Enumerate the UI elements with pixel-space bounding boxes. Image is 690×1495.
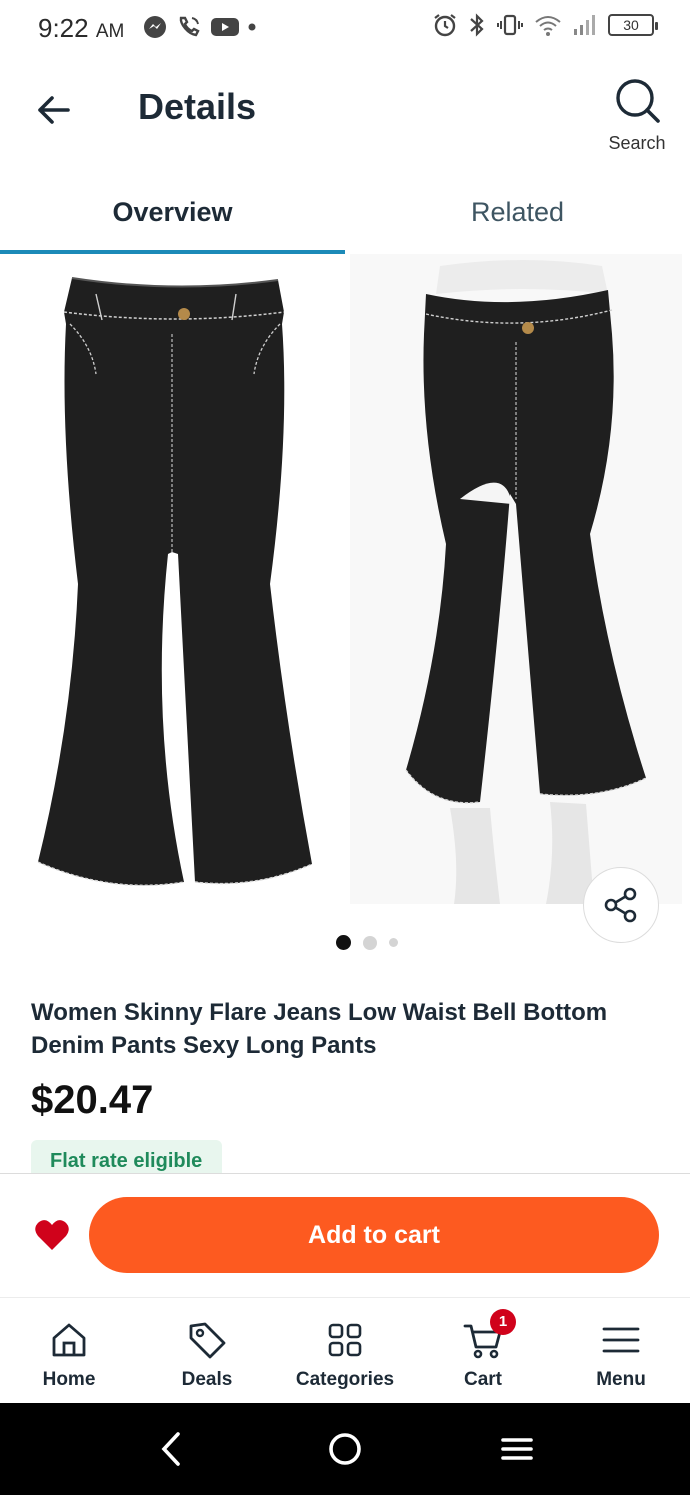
nav-label-home: Home: [42, 1369, 96, 1390]
product-image-model[interactable]: [350, 254, 682, 904]
signal-icon: [574, 15, 595, 35]
search-icon: [616, 79, 660, 123]
nav-item-deals[interactable]: Deals: [138, 1298, 276, 1404]
nav-label-deals: Deals: [181, 1369, 233, 1390]
favorite-button[interactable]: [34, 1218, 70, 1252]
search-label: Search: [608, 133, 666, 153]
notification-icons: [142, 14, 256, 40]
jeans-model-image: [350, 254, 682, 904]
status-time-value: 9:22: [38, 13, 89, 43]
vibrate-icon: [497, 14, 523, 36]
back-button[interactable]: [30, 86, 78, 134]
wifi-icon: [535, 16, 561, 36]
tag-icon: [189, 1322, 226, 1359]
detail-tabs: Overview Related: [0, 170, 690, 254]
cart-count-badge: 1: [490, 1309, 516, 1335]
system-status-icons: 30: [432, 12, 658, 38]
share-icon: [604, 887, 637, 923]
share-button[interactable]: [583, 867, 659, 943]
menu-icon: [602, 1327, 640, 1353]
wifi-call-icon: [179, 16, 200, 37]
flat-rate-badge-wrap: Flat rate eligible: [31, 1140, 237, 1173]
battery-icon: 30: [608, 14, 658, 36]
bluetooth-icon: [470, 13, 484, 37]
more-notifications-icon: [248, 23, 256, 31]
nav-label-menu: Menu: [596, 1369, 646, 1390]
carousel-dot-active[interactable]: [336, 935, 351, 950]
nav-item-categories[interactable]: Categories: [276, 1298, 414, 1404]
alarm-icon: [434, 14, 456, 37]
nav-item-cart[interactable]: 1 Cart: [414, 1298, 552, 1404]
search-button[interactable]: Search: [606, 76, 668, 153]
status-time: 9:22 AM: [38, 13, 124, 44]
youtube-icon: [211, 18, 239, 36]
product-image-carousel[interactable]: [0, 254, 690, 914]
product-price: $20.47: [31, 1078, 154, 1122]
system-recents-icon: [501, 1438, 533, 1460]
messenger-icon: [144, 16, 166, 38]
jeans-image: [37, 277, 313, 886]
nav-item-menu[interactable]: Menu: [552, 1298, 690, 1404]
nav-label-cart: Cart: [463, 1369, 502, 1390]
bottom-navigation: Home Deals Categories 1 Cart Menu: [0, 1297, 690, 1403]
purchase-action-bar: Add to cart: [0, 1173, 690, 1297]
add-to-cart-button[interactable]: Add to cart: [89, 1197, 659, 1273]
carousel-dot[interactable]: [363, 935, 377, 950]
heart-icon: [35, 1220, 69, 1250]
back-arrow-icon: [38, 96, 70, 124]
tab-related[interactable]: Related: [345, 170, 690, 254]
product-image-front[interactable]: [0, 254, 345, 904]
system-navigation-bar: [0, 1403, 690, 1495]
carousel-dots: [336, 935, 398, 950]
nav-label-categories: Categories: [295, 1369, 395, 1390]
system-back-button[interactable]: [152, 1429, 192, 1469]
system-recents-button[interactable]: [497, 1429, 537, 1469]
system-home-icon: [329, 1433, 361, 1465]
tab-overview[interactable]: Overview: [0, 170, 345, 254]
carousel-dot[interactable]: [389, 938, 398, 947]
status-time-ampm: AM: [95, 21, 125, 42]
status-bar: 9:22 AM 30: [0, 0, 690, 56]
flat-rate-badge: Flat rate eligible: [31, 1140, 223, 1173]
app-header: Details Search: [0, 60, 690, 160]
product-title: Women Skinny Flare Jeans Low Waist Bell …: [31, 999, 608, 1059]
system-home-button[interactable]: [325, 1429, 365, 1469]
grid-icon: [328, 1323, 362, 1357]
home-icon: [52, 1323, 86, 1357]
system-back-icon: [161, 1432, 180, 1466]
page-title: Details: [138, 86, 257, 127]
nav-item-home[interactable]: Home: [0, 1298, 138, 1404]
